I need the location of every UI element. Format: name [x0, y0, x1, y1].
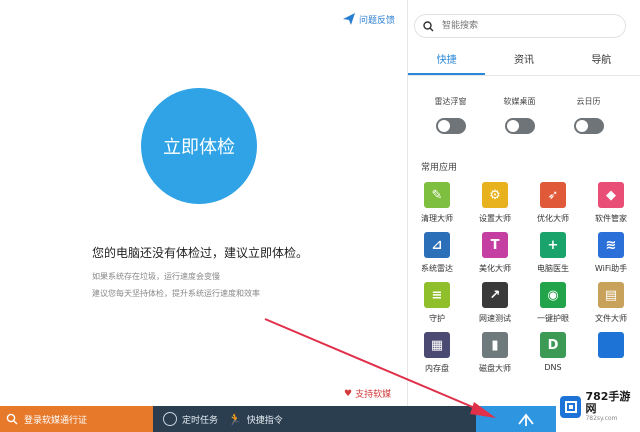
app-label: 电脑医生 [537, 264, 569, 273]
folder-icon: ▤ [598, 282, 624, 308]
app-item[interactable] [582, 332, 640, 374]
dns-icon: D [540, 332, 566, 358]
checkup-tip-1: 如果系统存在垃圾，运行速度会变慢 [92, 272, 220, 281]
search-icon [6, 413, 18, 425]
app-item[interactable]: ⚙ 设置大师 [466, 182, 524, 224]
toggle-label: 软媒桌面 [503, 97, 536, 106]
app-item[interactable]: + 电脑医生 [524, 232, 582, 274]
app-label: 美化大师 [479, 264, 511, 273]
app-item[interactable]: D DNS [524, 332, 582, 374]
watermark-sub: 782sy.com [585, 415, 618, 422]
support-label: 支持软媒 [355, 390, 392, 400]
feedback-link[interactable]: 问题反馈 [342, 12, 395, 26]
app-item[interactable]: ▮ 磁盘大师 [466, 332, 524, 374]
medical-kit-icon: + [540, 232, 566, 258]
app-item[interactable]: ◉ 一键护眼 [524, 282, 582, 324]
bottom-bar: 登录软媒通行证 定时任务 🏃 快捷指令 [0, 406, 640, 432]
app-item[interactable]: ⊿ 系统雷达 [408, 232, 466, 274]
scheduled-tasks-label: 定时任务 [182, 415, 219, 426]
watermark-title: 782手游网 [585, 390, 631, 415]
panel-tabs: 快捷 资讯 导航 [408, 48, 640, 76]
search-input[interactable] [440, 20, 614, 32]
feedback-label: 问题反馈 [359, 15, 396, 26]
app-label: 守护 [429, 314, 445, 323]
app-item[interactable]: ▦ 内存盘 [408, 332, 466, 374]
app-label: 软件管家 [595, 214, 627, 223]
app-label: 文件大师 [595, 314, 627, 323]
memory-chip-icon: ▦ [424, 332, 450, 358]
app-label: 网速测试 [479, 314, 511, 323]
tab-shortcuts[interactable]: 快捷 [408, 48, 486, 75]
main-area: 问题反馈 立即体检 您的电脑还没有体检过，建议立即体检。 如果系统存在垃圾，运行… [0, 0, 407, 406]
app-label: DNS [544, 363, 562, 372]
colorful-cube-icon: ◆ [598, 182, 624, 208]
gear-icon: ⚙ [482, 182, 508, 208]
tab-news[interactable]: 资讯 [485, 48, 562, 75]
site-watermark: 782手游网 782sy.com [556, 382, 640, 432]
app-item[interactable]: ▤ 文件大师 [582, 282, 640, 324]
paper-plane-icon [343, 13, 355, 25]
radar-float-switch[interactable] [435, 118, 466, 134]
app-item[interactable]: ✎ 清理大师 [408, 182, 466, 224]
toggle-label: 云日历 [576, 97, 601, 106]
app-item[interactable]: ≋ WiFi助手 [582, 232, 640, 274]
toggle-radar: 雷达浮窗 [416, 96, 485, 134]
checkup-button[interactable]: 立即体检 [141, 88, 257, 204]
rocket-icon: ➶ [540, 182, 566, 208]
app-label: 清理大师 [421, 214, 453, 223]
search-icon [423, 20, 434, 31]
blank-icon [598, 332, 624, 358]
app-label: 一键护眼 [537, 314, 569, 323]
app-grid: ✎ 清理大师 ⚙ 设置大师 ➶ 优化大师 ◆ 软件管家 ⊿ 系统雷达 T 美化大师 + 电脑医生 ≋ WiFi… [408, 182, 640, 374]
arrow-up-icon [518, 413, 534, 426]
heart-icon: ♥ [344, 388, 353, 399]
toggle-label: 雷达浮窗 [434, 97, 467, 106]
tab-navigation[interactable]: 导航 [563, 48, 640, 75]
speedometer-icon: ↗ [482, 282, 508, 308]
app-label: 磁盘大师 [479, 364, 511, 373]
disk-icon: ▮ [482, 332, 508, 358]
app-item[interactable]: T 美化大师 [466, 232, 524, 274]
app-item[interactable]: ◆ 软件管家 [582, 182, 640, 224]
site-logo-icon [560, 396, 582, 418]
running-figure-icon: 🏃 [228, 412, 242, 426]
checkup-headline: 您的电脑还没有体检过，建议立即体检。 [92, 246, 309, 260]
app-label: 系统雷达 [421, 264, 453, 273]
toggle-row: 雷达浮窗 软媒桌面 云日历 [408, 96, 640, 134]
calendar-switch[interactable] [573, 118, 604, 134]
eye-icon: ◉ [540, 282, 566, 308]
login-button[interactable]: 登录软媒通行证 [0, 406, 153, 432]
app-label: 设置大师 [479, 214, 511, 223]
clock-icon [163, 412, 177, 426]
section-title: 常用应用 [421, 163, 458, 173]
toggle-desktop: 软媒桌面 [485, 96, 554, 134]
app-item[interactable]: ↗ 网速测试 [466, 282, 524, 324]
login-label: 登录软媒通行证 [24, 415, 88, 426]
quick-commands-button[interactable]: 🏃 快捷指令 [228, 413, 283, 426]
radar-icon: ⊿ [424, 232, 450, 258]
broom-icon: ✎ [424, 182, 450, 208]
toggle-calendar: 云日历 [554, 96, 623, 134]
app-item[interactable]: ➶ 优化大师 [524, 182, 582, 224]
checkup-tip-2: 建议您每天坚持体检，提升系统运行速度和效率 [92, 289, 260, 298]
app-item[interactable]: ≡ 守护 [408, 282, 466, 324]
wifi-icon: ≋ [598, 232, 624, 258]
desktop-switch[interactable] [504, 118, 535, 134]
scheduled-tasks-button[interactable]: 定时任务 [163, 412, 218, 426]
shield-icon: ≡ [424, 282, 450, 308]
search-box[interactable] [414, 14, 626, 38]
support-link[interactable]: ♥ 支持软媒 [344, 387, 392, 401]
app-label: WiFi助手 [594, 264, 628, 273]
app-label: 内存盘 [425, 364, 449, 373]
app-label: 优化大师 [537, 214, 569, 223]
quick-commands-label: 快捷指令 [246, 415, 283, 426]
tshirt-icon: T [482, 232, 508, 258]
